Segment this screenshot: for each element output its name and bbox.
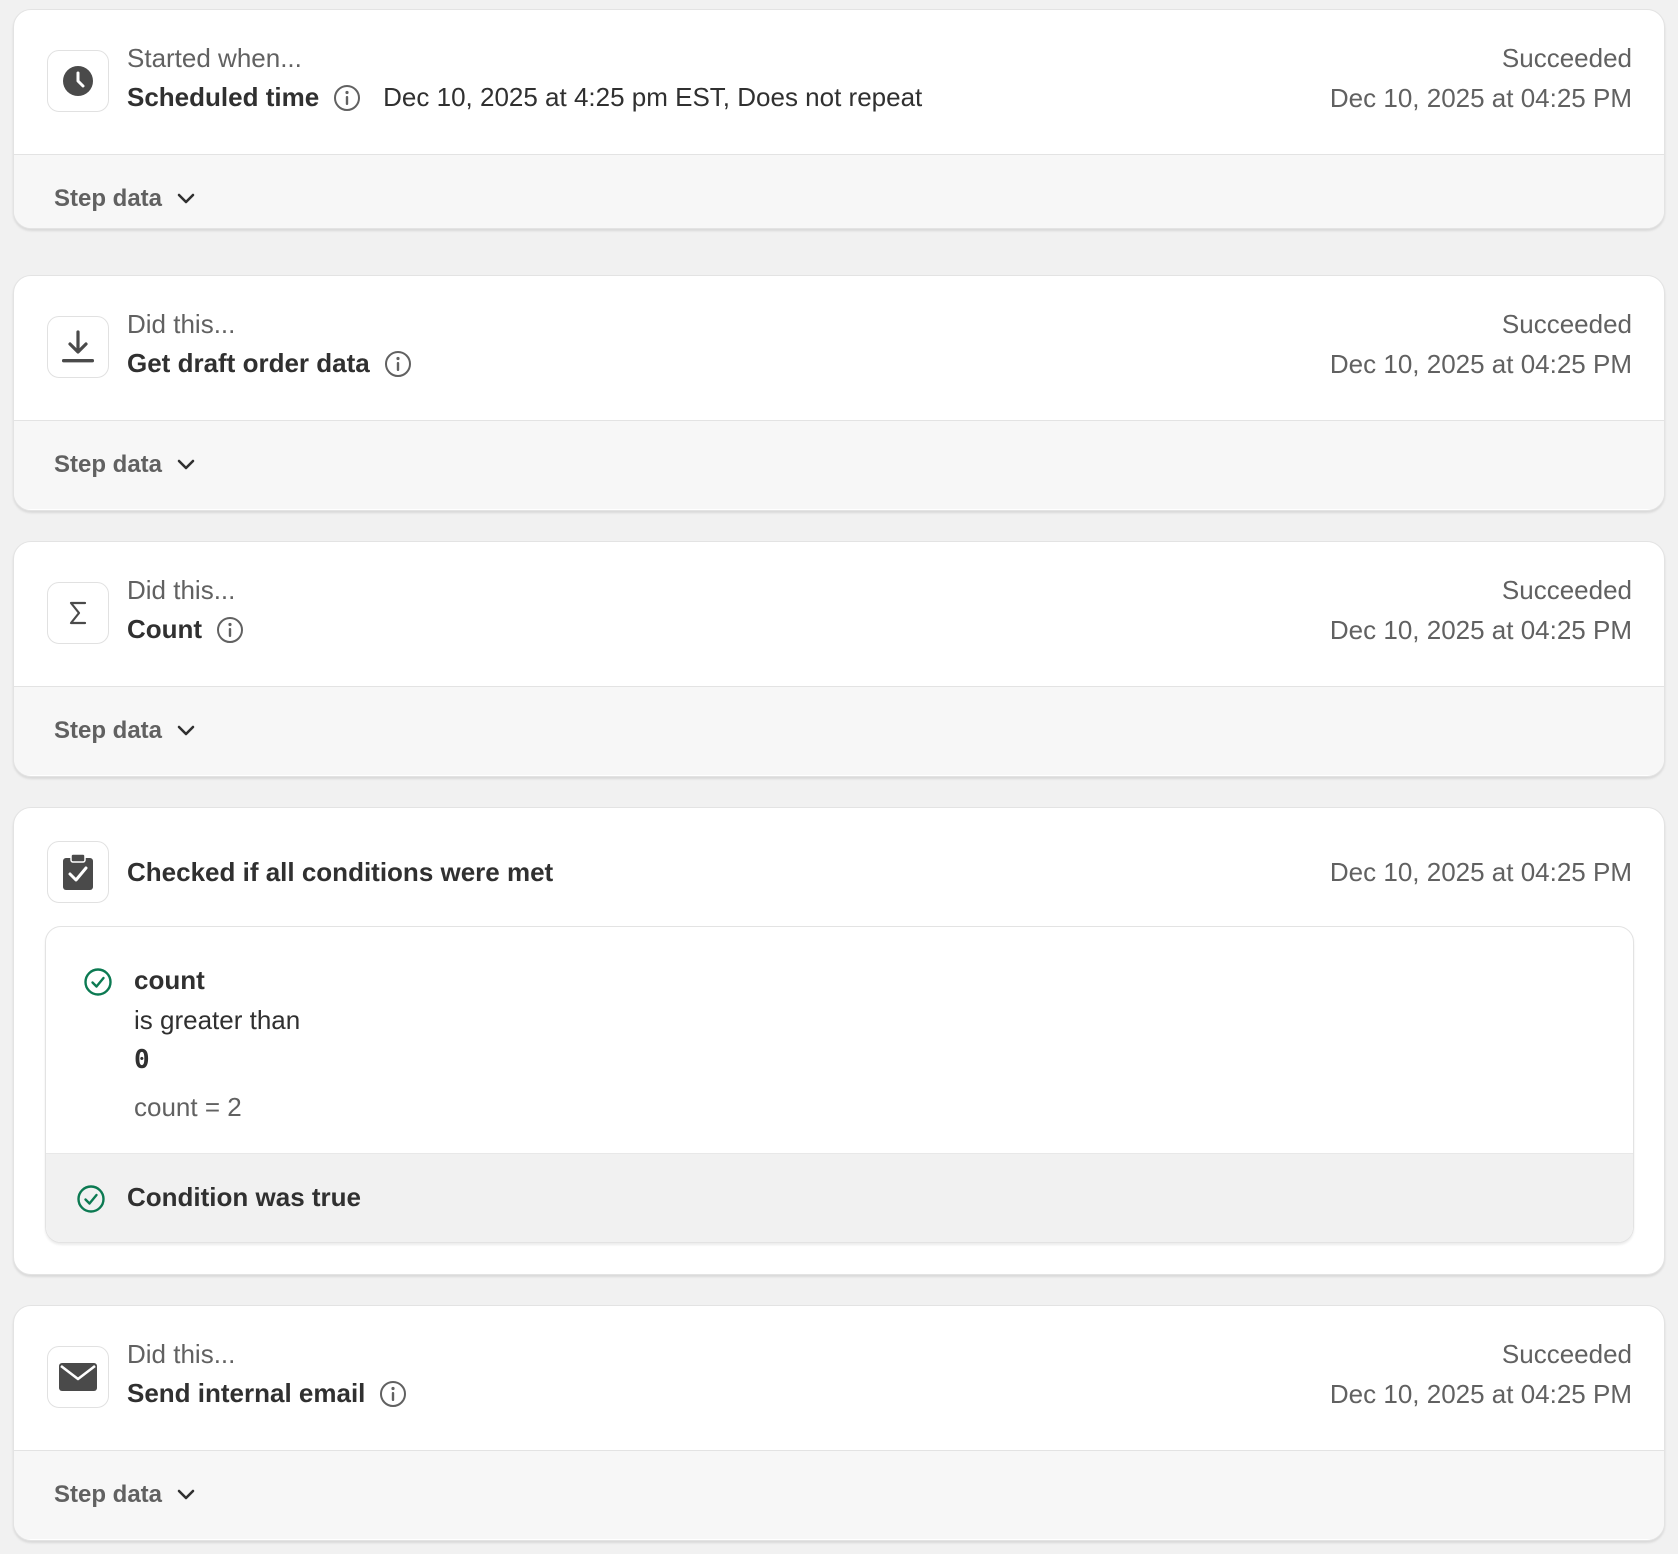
step-title-row: Get draft order data — [127, 348, 412, 379]
step-status-block: Succeeded Dec 10, 2025 at 04:25 PM — [1330, 1339, 1632, 1410]
step-data-label: Step data — [54, 717, 163, 744]
step-status-block: Succeeded Dec 10, 2025 at 04:25 PM — [1330, 575, 1632, 646]
condition-variable: count — [134, 965, 205, 995]
schedule-detail: Dec 10, 2025 at 4:25 pm EST, Does not re… — [383, 82, 923, 112]
step-card-scheduled-time: Started when... Scheduled time Dec 10, 2… — [13, 9, 1665, 229]
chevron-down-icon — [176, 192, 196, 206]
step-data-toggle[interactable]: Step data — [14, 155, 1664, 228]
info-icon[interactable] — [333, 84, 361, 112]
workflow-run-timeline: Started when... Scheduled time Dec 10, 2… — [0, 0, 1678, 1554]
step-card-send-internal-email: Did this... Send internal email Succeede… — [13, 1305, 1665, 1541]
step-title-row: Scheduled time Dec 10, 2025 at 4:25 pm E… — [127, 82, 922, 113]
condition-title: Checked if all conditions were met — [127, 857, 554, 887]
condition-result-text: Condition was true — [127, 1182, 361, 1212]
step-status-block: Succeeded Dec 10, 2025 at 04:25 PM — [1330, 309, 1632, 380]
condition-operator: is greater than — [134, 1005, 301, 1035]
step-title: Get draft order data — [127, 348, 370, 378]
check-circle-icon — [76, 1184, 106, 1214]
clock-icon — [47, 50, 109, 112]
step-header: Started when... Scheduled time Dec 10, 2… — [14, 10, 1664, 155]
status-label: Succeeded — [1501, 1339, 1632, 1369]
timestamp: Dec 10, 2025 at 04:25 PM — [1329, 1379, 1632, 1410]
condition-value: 0 — [134, 1045, 150, 1075]
step-card-get-draft-order-data: Did this... Get draft order data Succeed… — [13, 275, 1665, 511]
download-icon — [47, 316, 109, 378]
info-icon[interactable] — [379, 1380, 407, 1408]
condition-details: count is greater than 0 count = 2 Condit… — [45, 926, 1634, 1243]
step-data-label: Step data — [54, 451, 163, 478]
step-title: Scheduled time — [127, 82, 320, 112]
chevron-down-icon — [176, 1488, 196, 1502]
step-data-toggle[interactable]: Step data — [14, 687, 1664, 775]
timestamp: Dec 10, 2025 at 04:25 PM — [1329, 83, 1632, 114]
step-title: Send internal email — [127, 1378, 366, 1408]
step-header: Did this... Get draft order data Succeed… — [14, 276, 1664, 421]
step-card-count: Did this... Count Succeeded Dec 10, 2025… — [13, 541, 1665, 777]
step-data-toggle[interactable]: Step data — [14, 421, 1664, 509]
step-status-block: Succeeded Dec 10, 2025 at 04:25 PM — [1330, 43, 1632, 114]
step-data-toggle[interactable]: Step data — [14, 1451, 1664, 1539]
step-title-row: Send internal email — [127, 1378, 407, 1409]
info-icon[interactable] — [384, 350, 412, 378]
status-label: Succeeded — [1501, 309, 1632, 339]
step-data-label: Step data — [54, 1481, 163, 1508]
step-data-label: Step data — [54, 185, 163, 212]
chevron-down-icon — [176, 458, 196, 472]
step-card-condition: Checked if all conditions were met Dec 1… — [13, 807, 1665, 1275]
sigma-icon — [47, 582, 109, 644]
clipboard-check-icon — [47, 841, 109, 903]
status-label: Succeeded — [1501, 43, 1632, 73]
step-title: Count — [127, 614, 203, 644]
condition-header: Checked if all conditions were met Dec 1… — [14, 808, 1664, 926]
check-circle-icon — [83, 967, 113, 997]
mail-icon — [47, 1346, 109, 1408]
info-icon[interactable] — [216, 616, 244, 644]
timestamp: Dec 10, 2025 at 04:25 PM — [1329, 857, 1632, 887]
condition-rule: count is greater than 0 count = 2 — [46, 927, 1633, 1153]
step-title-row: Count — [127, 614, 244, 645]
chevron-down-icon — [176, 724, 196, 738]
status-label: Succeeded — [1501, 575, 1632, 605]
step-action-label: Did this... — [127, 575, 236, 605]
step-header: Did this... Count Succeeded Dec 10, 2025… — [14, 542, 1664, 687]
timestamp: Dec 10, 2025 at 04:25 PM — [1329, 349, 1632, 380]
step-action-label: Did this... — [127, 309, 236, 339]
condition-evaluation: count = 2 — [134, 1092, 242, 1122]
step-header: Did this... Send internal email Succeede… — [14, 1306, 1664, 1451]
timestamp: Dec 10, 2025 at 04:25 PM — [1329, 615, 1632, 646]
step-trigger-label: Started when... — [127, 43, 302, 73]
step-action-label: Did this... — [127, 1339, 236, 1369]
condition-result: Condition was true — [46, 1153, 1633, 1242]
